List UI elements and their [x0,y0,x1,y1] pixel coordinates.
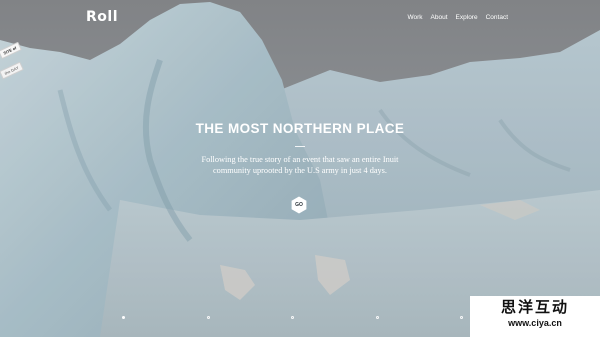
title-divider [295,146,305,147]
watermark-url: www.ciya.cn [508,318,562,328]
logo[interactable]: Roll [86,9,118,25]
watermark-cn-text: 思洋互动 [500,298,569,316]
slider-dot-4[interactable] [376,316,380,320]
ribbon-badge-top: SITE of [0,41,22,60]
slider-dot-2[interactable] [207,316,211,320]
go-button[interactable]: GO [290,196,308,214]
nav-item-explore[interactable]: Explore [456,14,478,21]
hero-title: THE MOST NORTHERN PLACE [195,121,405,136]
hero-description: Following the true story of an event tha… [201,155,399,175]
slider-dot-5[interactable] [460,316,464,320]
nav-item-contact[interactable]: Contact [486,14,508,21]
slider-dot-3[interactable] [291,316,295,320]
page: Roll Work About Explore Contact SITE of … [0,0,600,337]
go-button-label: GO [295,202,303,208]
slider-dot-1[interactable] [122,316,126,320]
ribbon-badge-bottom: the DAY [0,61,25,80]
nav-item-about[interactable]: About [431,14,448,21]
site-of-the-day-ribbon[interactable]: SITE of the DAY [0,40,30,80]
main-nav: Work About Explore Contact [407,14,508,21]
nav-item-work[interactable]: Work [407,14,422,21]
watermark: 思洋互动 www.ciya.cn [470,296,600,337]
